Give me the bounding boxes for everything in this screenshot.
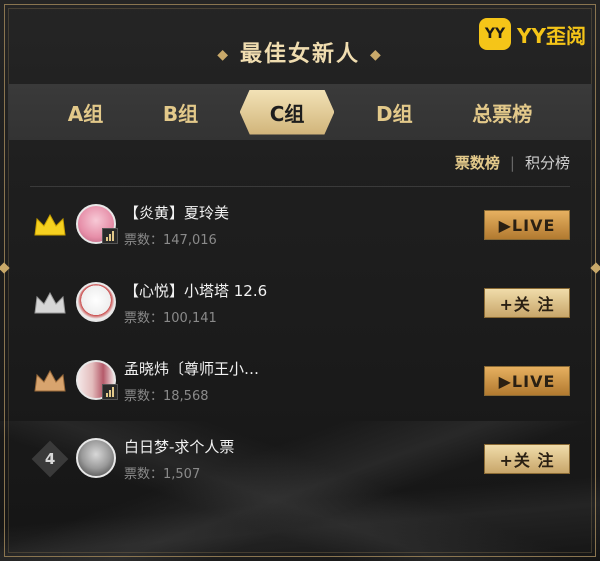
bronze-crown-icon — [32, 366, 68, 396]
rank-number-badge: 4 — [31, 440, 69, 478]
entry-votes: 票数：18,568 — [124, 389, 209, 404]
list-item: 孟晓炜〔尊师王小… 票数：18,568 ▶LIVE — [0, 342, 600, 420]
entry-name[interactable]: 白日梦-求个人票 — [124, 436, 234, 457]
tab-total-votes[interactable]: 总票榜 — [454, 92, 550, 133]
brand-logo-icon: YY — [479, 18, 512, 50]
title-dot-right: ◆ — [370, 47, 383, 63]
avatar[interactable] — [76, 438, 116, 478]
page-title: 最佳女新人 — [239, 42, 360, 67]
entry-name[interactable]: 【心悦】小塔塔 12.6 — [124, 280, 267, 301]
gold-crown-icon — [32, 210, 68, 240]
award-panel: ◆ 最佳女新人 ◆ YY YY歪阅 A组 B组 C组 D组 总票榜 票数榜 | 积分… — [0, 0, 600, 561]
brand-name: YY歪阅 — [517, 23, 586, 48]
list-item: 【心悦】小塔塔 12.6 票数：100,141 +关 注 — [0, 264, 600, 342]
entry-name[interactable]: 【炎黄】夏玲美 — [124, 202, 229, 223]
entry-votes: 票数：100,141 — [124, 311, 217, 326]
avatar[interactable] — [76, 282, 116, 322]
follow-button[interactable]: +关 注 — [484, 444, 570, 474]
tab-group-a[interactable]: A组 — [50, 92, 121, 133]
sort-by-points[interactable]: 积分榜 — [525, 152, 570, 173]
rank-number: 4 — [44, 450, 56, 468]
brand: YY YY歪阅 — [479, 18, 586, 50]
tab-group-c[interactable]: C组 — [240, 90, 335, 135]
entry-info: 【心悦】小塔塔 12.6 票数：100,141 — [124, 280, 267, 326]
entry-info: 【炎黄】夏玲美 票数：147,016 — [124, 202, 229, 248]
sort-by-votes[interactable]: 票数榜 — [455, 152, 500, 173]
live-button[interactable]: ▶LIVE — [484, 366, 570, 396]
live-signal-icon — [102, 384, 118, 400]
sort-separator: | — [509, 153, 515, 172]
entry-votes: 票数：147,016 — [124, 233, 217, 248]
entry-info: 白日梦-求个人票 票数：1,507 — [124, 436, 234, 482]
live-signal-icon — [102, 228, 118, 244]
title-dot-left: ◆ — [217, 47, 230, 63]
list-item: 【炎黄】夏玲美 票数：147,016 ▶LIVE — [0, 186, 600, 264]
follow-button[interactable]: +关 注 — [484, 288, 570, 318]
group-tabs: A组 B组 C组 D组 总票榜 — [8, 84, 592, 140]
live-button[interactable]: ▶LIVE — [484, 210, 570, 240]
entry-info: 孟晓炜〔尊师王小… 票数：18,568 — [124, 358, 259, 404]
entry-votes: 票数：1,507 — [124, 467, 201, 482]
silver-crown-icon — [32, 288, 68, 318]
tab-group-d[interactable]: D组 — [358, 92, 431, 133]
sort-toggle: 票数榜 | 积分榜 — [455, 152, 570, 173]
tab-group-b[interactable]: B组 — [145, 92, 216, 133]
list-item: 4 白日梦-求个人票 票数：1,507 +关 注 — [0, 420, 600, 498]
entry-name[interactable]: 孟晓炜〔尊师王小… — [124, 358, 259, 379]
